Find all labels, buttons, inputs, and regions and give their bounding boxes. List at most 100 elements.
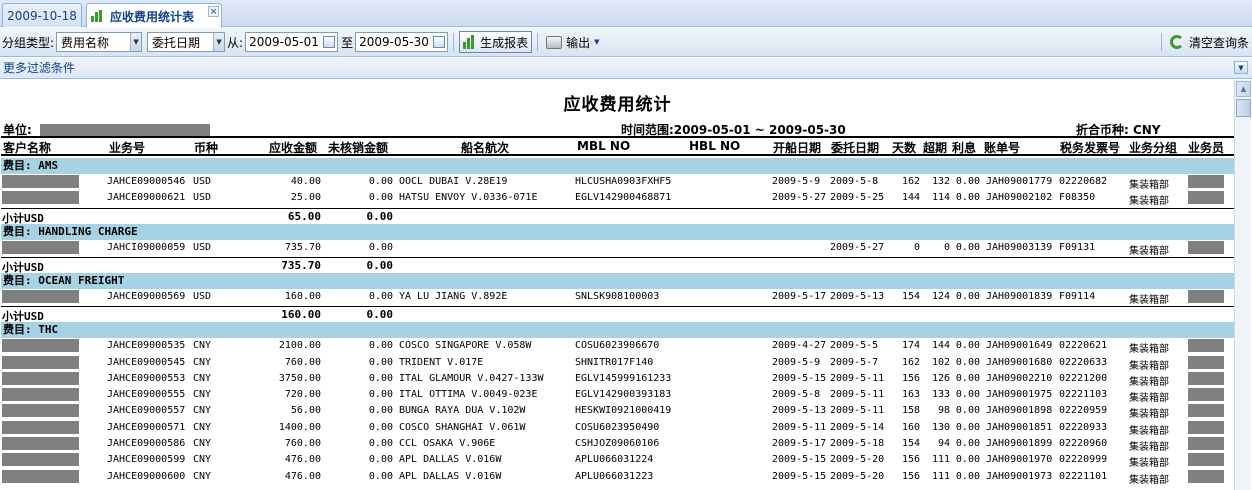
generate-report-button[interactable]: 生成报表 (459, 31, 533, 53)
table-row: JAHCE09000545 CNY 760.00 0.00 TRIDENT V.017E… (1, 355, 1234, 372)
clear-query-button[interactable]: 清空查询条 (1167, 31, 1252, 53)
table-cell: 0.00 (368, 421, 393, 433)
column-header: 委托日期 (831, 141, 880, 155)
redacted-customer (2, 191, 79, 205)
tab-date[interactable]: 2009-10-18 (2, 3, 82, 27)
chart-icon (463, 35, 477, 49)
table-cell: JAH09001973 (986, 470, 1053, 482)
column-header: 天数 (892, 141, 917, 155)
table-cell: 0.00 (955, 470, 980, 482)
group-type-value: 费用名称 (61, 35, 110, 50)
date-type-select[interactable]: 委托日期 ▼ (147, 32, 226, 52)
table-cell: APLU066031224 (575, 454, 654, 466)
chevron-down-icon[interactable]: ▼ (130, 33, 142, 51)
table-cell: 集装箱部 (1129, 180, 1169, 191)
scroll-thumb[interactable] (1236, 99, 1251, 117)
table-cell: 0.00 (955, 176, 980, 187)
table-cell: 162 (901, 356, 920, 368)
table-cell: 2009-5-18 (830, 438, 885, 449)
export-button[interactable]: 输出 ▼ (543, 31, 602, 53)
calendar-icon[interactable] (323, 36, 336, 48)
table-cell: JAHCE09000545 (107, 356, 186, 368)
table-cell: 2009-5-8 (830, 176, 879, 187)
table-cell: CSHJOZ09060106 (575, 438, 660, 449)
table-cell: 2009-5-11 (830, 389, 885, 401)
table-cell: CNY (193, 421, 212, 433)
table-cell: 111 (931, 454, 950, 466)
redacted-salesperson (1188, 175, 1224, 188)
subtotal-row: 小计USD 735.70 0.00 (1, 256, 1234, 274)
table-cell: 0 (913, 241, 920, 253)
table-cell: JAH09002210 (986, 372, 1053, 384)
table-cell: 0.00 (368, 470, 393, 482)
redacted-salesperson (1188, 355, 1224, 369)
tab-receivable-report[interactable]: 应收费用统计表 × (86, 3, 222, 28)
table-cell: 2009-5-5 (830, 340, 879, 352)
table-cell: JAH09001975 (986, 389, 1053, 401)
more-filters-label[interactable]: 更多过滤条件 (3, 61, 75, 75)
table-cell: JAH09001899 (986, 438, 1053, 449)
column-header: MBL NO (577, 139, 631, 153)
table-cell: 133 (931, 389, 950, 401)
table-cell: JAH09001649 (986, 340, 1053, 352)
table-cell: 476.00 (284, 470, 321, 482)
table-cell: 0.00 (955, 241, 980, 253)
subtotal-cell: 0.00 (366, 209, 394, 223)
table-cell: COSU6023906670 (575, 340, 660, 352)
redacted-salesperson (1188, 453, 1224, 467)
to-label: 至 (341, 35, 354, 50)
table-cell: JAHCE09000553 (107, 372, 186, 384)
table-cell: USD (193, 192, 212, 204)
chart-icon (91, 10, 105, 22)
chevron-down-icon[interactable]: ▼ (1234, 61, 1248, 74)
table-cell: 2009-5-11 (830, 372, 885, 384)
column-header: 税务发票号 (1060, 141, 1121, 155)
table-cell: 02220682 (1059, 176, 1108, 187)
table-cell: USD (193, 176, 212, 187)
table-cell: JAH09002102 (986, 192, 1053, 204)
table-cell: 130 (931, 421, 950, 433)
table-cell: JAHCE09000600 (107, 470, 186, 482)
table-cell: 0.00 (368, 356, 393, 368)
table-cell: F09131 (1059, 241, 1096, 253)
table-cell: 2009-5-27 (772, 192, 827, 204)
table-cell: 156 (901, 372, 920, 384)
report-panel: 应收费用统计 单位: 时间范围:2009-05-01 ~ 2009-05-30 … (1, 80, 1234, 490)
redacted-salesperson (1188, 371, 1224, 385)
table-cell: 114 (931, 192, 950, 204)
table-row: JAHCE09000599 CNY 476.00 0.00 APL DALLAS V.0… (1, 452, 1234, 469)
calendar-icon[interactable] (433, 36, 446, 48)
table-cell: 0 (943, 241, 950, 253)
table-cell: 02221101 (1059, 470, 1108, 482)
redacted-customer (2, 240, 79, 254)
more-filters-bar[interactable]: 更多过滤条件 ▼ (0, 58, 1252, 79)
table-cell: 160 (901, 421, 920, 433)
vertical-scrollbar[interactable]: ▲ (1234, 80, 1251, 490)
redacted-customer (2, 355, 79, 369)
table-row: JAHCE09000546 USD 40.00 0.00 OOCL DUBAI V.28… (1, 174, 1234, 191)
chevron-down-icon[interactable]: ▼ (213, 33, 225, 51)
toolbar-separator (453, 33, 455, 51)
table-cell: JAHCE09000599 (107, 454, 186, 466)
table-row: JAHCE09000600 CNY 476.00 0.00 APL DALLAS V.0… (1, 469, 1234, 486)
table-cell: 760.00 (284, 356, 321, 368)
table-cell: 2009-5-15 (772, 454, 827, 466)
group-type-select[interactable]: 费用名称 ▼ (56, 32, 143, 52)
close-icon[interactable]: × (208, 6, 219, 17)
toolbar-separator (1160, 33, 1162, 51)
table-cell: 1400.00 (278, 421, 321, 433)
from-date-input[interactable]: 2009-05-01 (245, 32, 339, 52)
to-date-input[interactable]: 2009-05-30 (355, 32, 449, 52)
column-header: 应收金额 (269, 141, 318, 155)
table-cell: 154 (901, 290, 920, 302)
table-cell: 160.00 (284, 290, 321, 302)
printer-icon (546, 35, 563, 49)
scroll-up-icon[interactable]: ▲ (1236, 81, 1251, 97)
clear-query-label: 清空查询条 (1188, 35, 1249, 50)
table-cell: CNY (193, 405, 212, 417)
table-cell: 2009-5-25 (830, 192, 885, 204)
redacted-customer (2, 289, 79, 303)
table-cell: 集装箱部 (1129, 409, 1169, 421)
table-cell: CNY (193, 454, 212, 466)
column-header: 船名航次 (461, 141, 510, 155)
